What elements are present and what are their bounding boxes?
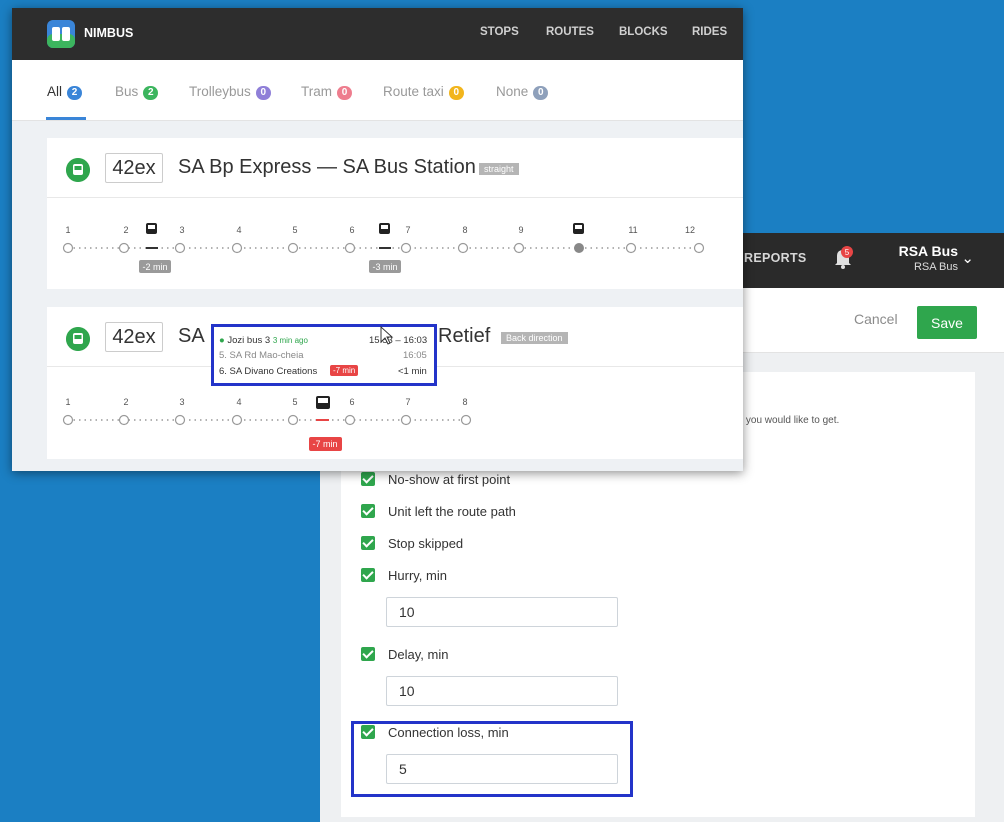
route-number: 42ex	[105, 322, 163, 352]
mouse-cursor-icon	[380, 326, 394, 345]
stop-label: 3	[179, 397, 184, 407]
tab-bus[interactable]: Bus 2	[115, 84, 159, 100]
nimbus-logo-icon[interactable]	[46, 19, 76, 49]
notification-count: 5	[845, 248, 850, 257]
tab-none[interactable]: None 0	[496, 84, 549, 100]
stops-line-forward: 1 2 3 4 5 6 7 8 9 11 12 -2 min -3 min	[62, 223, 705, 273]
nav-routes[interactable]: ROUTES	[546, 26, 594, 38]
stop-label: 8	[462, 397, 467, 407]
tooltip-delay-badge: -7 min	[330, 365, 359, 376]
stop-label: 5	[292, 225, 297, 235]
cancel-button[interactable]: Cancel	[848, 310, 904, 328]
count-badge: 0	[337, 86, 352, 100]
unit-tooltip: ● Jozi bus 3 3 min ago 15:53 – 16:03 5. …	[211, 324, 437, 386]
option-stop-skipped[interactable]: Stop skipped	[361, 536, 463, 551]
option-delay[interactable]: Delay, min	[361, 647, 448, 662]
stop-label: 6	[349, 225, 354, 235]
stop-label: 1	[65, 397, 70, 407]
count-badge: 2	[67, 86, 83, 100]
stop-label: 12	[685, 225, 695, 235]
stop-label: 4	[236, 225, 241, 235]
direction-tag: Back direction	[501, 332, 568, 344]
stop-label: 11	[628, 225, 637, 235]
nimbus-top-bar: NIMBUS STOPS ROUTES BLOCKS RIDES	[12, 8, 743, 60]
stop-label: 2	[123, 225, 128, 235]
tooltip-stop5-time: 16:05	[403, 350, 427, 361]
bus-icon	[66, 327, 90, 351]
stop-label: 2	[123, 397, 128, 407]
nav-rides[interactable]: RIDES	[692, 26, 727, 38]
delay-badge: -7 min	[312, 439, 337, 449]
save-button[interactable]: Save	[917, 306, 977, 339]
checkbox-checked-icon[interactable]	[361, 536, 375, 550]
route-title: SA Bp Express — SA Bus Station	[178, 156, 476, 178]
direction-tag: straight	[479, 163, 519, 175]
delay-input[interactable]	[386, 676, 618, 706]
stop-label: 7	[405, 397, 410, 407]
stop-label: 3	[179, 225, 184, 235]
stop-label: 9	[518, 225, 523, 235]
tab-trolleybus[interactable]: Trolleybus 0	[189, 84, 271, 100]
checkbox-checked-icon[interactable]	[361, 647, 375, 661]
route-title-left: SA	[178, 325, 205, 347]
tooltip-time-range: 15:53 – 16:03	[369, 335, 428, 346]
delay-badge: -2 min	[142, 262, 167, 272]
stop-label: 7	[405, 225, 410, 235]
tab-route-taxi[interactable]: Route taxi 0	[383, 84, 464, 100]
checkbox-checked-icon[interactable]	[361, 568, 375, 582]
tooltip-eta: <1 min	[398, 366, 427, 377]
option-left-route[interactable]: Unit left the route path	[361, 504, 516, 519]
user-sub: RSA Bus	[913, 261, 958, 273]
nav-reports[interactable]: REPORTS	[744, 251, 807, 265]
stop-label: 6	[349, 397, 354, 407]
tooltip-stop6: 6. SA Divano Creations	[219, 366, 318, 377]
option-no-show[interactable]: No-show at first point	[361, 472, 510, 487]
checkbox-checked-icon[interactable]	[361, 472, 375, 486]
user-name[interactable]: RSA Bus	[899, 244, 958, 259]
tab-all[interactable]: All 2	[47, 84, 83, 100]
active-tab-indicator	[46, 117, 86, 120]
count-badge: 0	[448, 86, 464, 100]
route-card-forward[interactable]: 42ex SA Bp Express — SA Bus Station stra…	[47, 138, 743, 289]
stop-label: 4	[236, 397, 241, 407]
stop-label: 5	[292, 397, 297, 407]
tooltip-unit: ● Jozi bus 3 3 min ago	[219, 335, 308, 346]
connection-loss-highlight	[351, 721, 633, 797]
bus-icon	[66, 158, 90, 182]
stop-label: 8	[462, 225, 467, 235]
nimbus-window: NIMBUS STOPS ROUTES BLOCKS RIDES All 2 Bu…	[12, 8, 743, 471]
tab-tram[interactable]: Tram 0	[301, 84, 352, 100]
bell-icon[interactable]: 5	[832, 245, 854, 271]
checkbox-checked-icon[interactable]	[361, 504, 375, 518]
count-badge: 2	[143, 86, 159, 100]
tooltip-stop5: 5. SA Rd Mao-cheia	[219, 350, 304, 361]
filter-tabs: All 2 Bus 2 Trolleybus 0 Tram 0 Route taxi 0 …	[12, 60, 743, 121]
route-title-right: Retief	[438, 325, 491, 347]
hurry-input[interactable]	[386, 597, 618, 627]
delay-badge: -3 min	[372, 262, 397, 272]
nav-blocks[interactable]: BLOCKS	[619, 26, 668, 38]
hint-text: ons you would like to get.	[727, 415, 840, 426]
count-badge: 0	[255, 86, 271, 100]
count-badge: 0	[533, 86, 549, 100]
brand-name: NIMBUS	[84, 26, 134, 40]
chevron-down-icon[interactable]: ⌄	[961, 249, 974, 267]
option-hurry[interactable]: Hurry, min	[361, 568, 447, 583]
stop-label: 1	[65, 225, 70, 235]
nav-stops[interactable]: STOPS	[480, 26, 519, 38]
route-number: 42ex	[105, 153, 163, 183]
current-stop-marker	[574, 243, 584, 253]
